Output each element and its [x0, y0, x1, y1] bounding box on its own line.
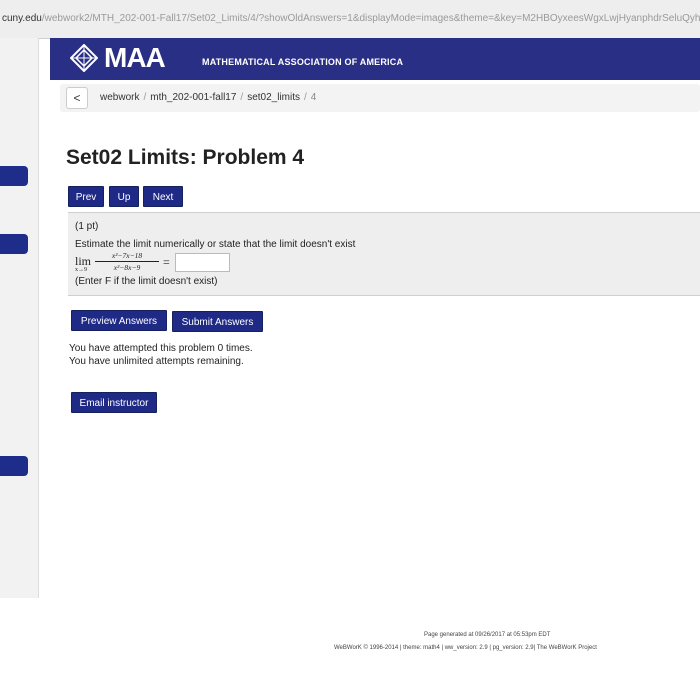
remaining-text: You have unlimited attempts remaining. [69, 356, 244, 367]
breadcrumb-separator: / [240, 92, 244, 103]
logo-text: MAA [104, 42, 166, 73]
limit-expression: lim x→9 x²−7x−18 x²−8x−9 = [75, 251, 275, 275]
up-button[interactable]: Up [109, 186, 139, 207]
left-sidebar [0, 38, 39, 598]
footer-generated: Page generated at 09/26/2017 at 05:53pm … [424, 632, 551, 638]
equals-sign: = [163, 255, 170, 269]
breadcrumb-set[interactable]: set02_limits [247, 92, 300, 103]
header-banner: MAA MATHEMATICAL ASSOCIATION OF AMERICA [50, 38, 700, 80]
footer-credits: WeBWorK © 1996-2014 | theme: math4 | ww_… [334, 645, 597, 651]
problem-instruction: Estimate the limit numerically or state … [75, 239, 356, 250]
url-path: /webwork2/MTH_202-001-Fall17/Set02_Limit… [41, 13, 700, 24]
chevron-left-icon: < [73, 91, 81, 105]
preview-answers-button[interactable]: Preview Answers [71, 310, 167, 331]
next-button[interactable]: Next [143, 186, 183, 207]
answer-input[interactable] [175, 253, 230, 272]
email-instructor-button[interactable]: Email instructor [71, 392, 157, 413]
fraction-denominator: x²−8x−9 [113, 263, 141, 272]
page-title: Set02 Limits: Problem 4 [66, 146, 305, 169]
url-host: cuny.edu [2, 13, 42, 24]
problem-points: (1 pt) [75, 221, 99, 232]
problem-note: (Enter F if the limit doesn't exist) [75, 276, 218, 287]
breadcrumb-problem: 4 [310, 92, 317, 103]
attempts-text: You have attempted this problem 0 times. [69, 343, 253, 354]
breadcrumb-course[interactable]: mth_202-001-fall17 [150, 92, 236, 103]
breadcrumb-webwork[interactable]: webwork [100, 92, 139, 103]
fraction: x²−7x−18 x²−8x−9 [95, 251, 159, 272]
sidebar-block-top[interactable] [0, 166, 28, 186]
breadcrumb: < webwork / mth_202-001-fall17/set02_limit… [60, 84, 700, 112]
sidebar-block-bottom[interactable] [0, 456, 28, 476]
prev-button[interactable]: Prev [68, 186, 104, 207]
sidebar-block-mid[interactable] [0, 234, 28, 254]
maa-logo-icon [70, 44, 98, 72]
logo-subtitle: MATHEMATICAL ASSOCIATION OF AMERICA [202, 57, 404, 67]
fraction-numerator: x²−7x−18 [95, 251, 159, 262]
submit-answers-button[interactable]: Submit Answers [172, 311, 263, 332]
breadcrumb-separator: / [143, 92, 147, 103]
address-bar[interactable]: cuny.edu/webwork2/MTH_202-001-Fall17/Set… [0, 0, 700, 39]
breadcrumb-separator: / [304, 92, 307, 103]
back-button[interactable]: < [66, 87, 88, 109]
lim-subscript: x→9 [75, 267, 87, 273]
problem-box: (1 pt) Estimate the limit numerically or… [68, 212, 700, 296]
